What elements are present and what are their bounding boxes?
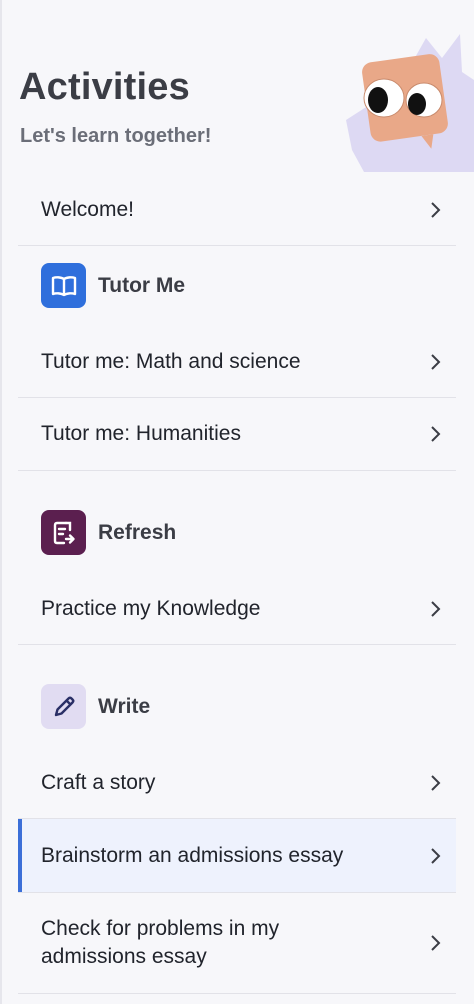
chevron-right-icon xyxy=(416,353,456,371)
activity-tutor-math-label: Tutor me: Math and science xyxy=(41,350,301,373)
chevron-right-icon xyxy=(416,600,456,618)
activity-welcome[interactable]: Welcome! xyxy=(18,174,456,246)
divider xyxy=(18,993,456,994)
activity-check-problems[interactable]: Check for problems in my admissions essa… xyxy=(18,893,456,993)
activities-header: Activities Let's learn together! xyxy=(2,0,474,172)
chevron-right-icon xyxy=(416,201,456,219)
activity-check-problems-label: Check for problems in my admissions essa… xyxy=(41,917,280,968)
activity-welcome-label: Welcome! xyxy=(41,198,134,221)
section-title: Refresh xyxy=(98,520,177,544)
activity-tutor-math[interactable]: Tutor me: Math and science xyxy=(18,326,456,398)
activity-practice-knowledge[interactable]: Practice my Knowledge xyxy=(18,573,456,645)
page-subtitle: Let's learn together! xyxy=(20,125,212,147)
chevron-right-icon xyxy=(416,934,456,952)
chevron-right-icon xyxy=(416,425,456,443)
book-icon xyxy=(41,263,86,308)
document-arrow-icon xyxy=(41,510,86,555)
activity-brainstorm-label: Brainstorm an admissions essay xyxy=(41,843,344,867)
section-title: Write xyxy=(98,694,151,718)
activity-craft-story[interactable]: Craft a story xyxy=(18,747,456,819)
divider xyxy=(18,245,456,246)
divider xyxy=(18,470,456,471)
activity-brainstorm-essay[interactable]: Brainstorm an admissions essay xyxy=(18,819,456,892)
section-title: Tutor Me xyxy=(98,273,186,297)
mascot-face-icon xyxy=(346,34,474,172)
divider xyxy=(18,644,456,645)
activity-tutor-humanities-label: Tutor me: Humanities xyxy=(41,422,241,445)
activities-panel: Activities Let's learn together! Welcome… xyxy=(0,0,474,1004)
activity-tutor-humanities[interactable]: Tutor me: Humanities xyxy=(18,398,456,470)
activity-practice-label: Practice my Knowledge xyxy=(41,597,261,620)
section-refresh: Refresh xyxy=(41,510,176,555)
chevron-right-icon xyxy=(416,774,456,792)
section-write: Write xyxy=(41,684,150,729)
chevron-right-icon xyxy=(416,847,456,865)
page-title: Activities xyxy=(19,66,190,108)
activity-craft-story-label: Craft a story xyxy=(41,771,156,794)
pencil-icon xyxy=(41,684,86,729)
section-tutor-me: Tutor Me xyxy=(41,263,185,308)
